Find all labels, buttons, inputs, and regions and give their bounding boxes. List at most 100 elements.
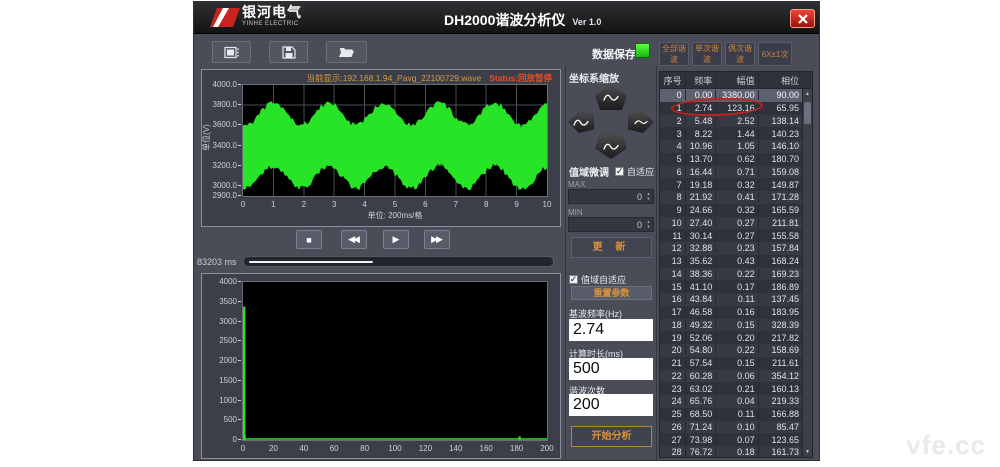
current-file-label: 当前显示:192.168.1.94_Pavg_22100729.wave bbox=[306, 73, 481, 83]
table-cell: 2 bbox=[660, 116, 685, 126]
spectrum-x-axis: 020406080100120140160180200 bbox=[242, 443, 548, 453]
table-cell: 186.89 bbox=[758, 282, 802, 292]
value-auto-range-label: 值域自适应 bbox=[581, 273, 626, 286]
harmonic-count-input[interactable]: 200 bbox=[569, 394, 653, 416]
axis-tick-label: 9 bbox=[507, 200, 527, 209]
table-row[interactable]: 2260.280.06354.12 bbox=[660, 370, 802, 383]
harmonic-filter-even-button[interactable]: 偶次谐波 bbox=[725, 42, 755, 66]
table-row[interactable]: 1130.140.27155.58 bbox=[660, 229, 802, 242]
table-row[interactable]: 1438.360.22169.23 bbox=[660, 268, 802, 281]
table-scrollbar[interactable]: ▲ ▼ bbox=[802, 89, 812, 457]
table-cell: 15 bbox=[660, 282, 685, 292]
table-row[interactable]: 2465.760.04219.33 bbox=[660, 395, 802, 408]
device-button[interactable] bbox=[212, 41, 251, 63]
table-row[interactable]: 00.003380.0090.00 bbox=[660, 89, 802, 102]
table-row[interactable]: 2876.720.18161.73 bbox=[660, 446, 802, 458]
brand-block: 银河电气 YINHE ELECTRIC bbox=[242, 5, 302, 27]
table-cell: 54.80 bbox=[685, 345, 716, 355]
harmonic-filter-all-button[interactable]: 全部谐波 bbox=[659, 42, 689, 66]
harmonic-filter-single-button[interactable]: 单次谐波 bbox=[692, 42, 722, 66]
axis-tick-label: 140 bbox=[446, 444, 466, 453]
table-cell: 219.33 bbox=[758, 396, 802, 406]
playback-progress-bar[interactable] bbox=[243, 256, 554, 267]
table-cell: 0.21 bbox=[715, 384, 757, 394]
min-input[interactable]: 0 ▲ ▼ bbox=[568, 217, 654, 232]
zoom-down-button[interactable] bbox=[595, 134, 627, 159]
axis-tick-label: 4000 bbox=[219, 277, 237, 286]
reset-params-button[interactable]: 重置参数 bbox=[571, 286, 652, 300]
rewind-button[interactable]: ◀◀ bbox=[341, 230, 367, 249]
table-row[interactable]: 25.482.52138.14 bbox=[660, 115, 802, 128]
table-row[interactable]: 2054.800.22158.69 bbox=[660, 344, 802, 357]
axis-tick-label: 1 bbox=[263, 200, 283, 209]
save-icon bbox=[282, 46, 296, 59]
table-row[interactable]: 719.180.32149.87 bbox=[660, 178, 802, 191]
spinner-up-icon: ▲ bbox=[647, 192, 651, 196]
table-cell: 169.23 bbox=[758, 269, 802, 279]
fundamental-freq-input[interactable]: 2.74 bbox=[569, 319, 653, 341]
axis-tick-label: 6 bbox=[415, 200, 435, 209]
max-input[interactable]: 0 ▲ ▼ bbox=[568, 189, 654, 204]
brand-name-en: YINHE ELECTRIC bbox=[242, 21, 302, 27]
table-row[interactable]: 1232.880.23157.84 bbox=[660, 242, 802, 255]
table-row[interactable]: 821.920.41171.28 bbox=[660, 191, 802, 204]
play-button[interactable]: ▶ bbox=[383, 230, 409, 249]
table-cell: 183.95 bbox=[758, 307, 802, 317]
scroll-up-icon[interactable]: ▲ bbox=[803, 91, 812, 97]
spinner-down-icon: ▼ bbox=[647, 225, 651, 229]
table-row[interactable]: 2157.540.15211.61 bbox=[660, 357, 802, 370]
table-cell: 0.15 bbox=[715, 358, 757, 368]
table-row[interactable]: 1643.840.11137.45 bbox=[660, 293, 802, 306]
value-auto-range-checkbox[interactable]: ✓ bbox=[569, 275, 578, 284]
value-fine-tune-label: 值域微调 bbox=[569, 164, 615, 179]
update-button[interactable]: 更 新 bbox=[571, 237, 652, 258]
table-row[interactable]: 2568.500.11166.88 bbox=[660, 408, 802, 421]
zoom-right-button[interactable] bbox=[628, 111, 654, 133]
table-cell: 328.39 bbox=[758, 320, 802, 330]
table-cell: 211.81 bbox=[758, 218, 802, 228]
playback-status-label: Status:回放暂停 bbox=[489, 73, 552, 83]
table-cell: 6 bbox=[660, 167, 685, 177]
table-row[interactable]: 1335.620.43168.24 bbox=[660, 255, 802, 268]
axis-tick-label: 180 bbox=[507, 444, 527, 453]
open-folder-button[interactable] bbox=[326, 41, 367, 63]
table-row[interactable]: 1746.580.16183.95 bbox=[660, 306, 802, 319]
save-indicator-led[interactable] bbox=[635, 43, 650, 58]
save-button[interactable] bbox=[269, 41, 308, 63]
table-row[interactable]: 1849.320.15328.39 bbox=[660, 319, 802, 332]
waveform-plot[interactable] bbox=[242, 84, 548, 197]
start-analysis-button[interactable]: 开始分析 bbox=[571, 426, 652, 447]
auto-adapt-checkbox[interactable]: ✓ bbox=[615, 167, 624, 176]
table-row[interactable]: 38.221.44140.23 bbox=[660, 127, 802, 140]
table-row[interactable]: 2671.240.1085.47 bbox=[660, 421, 802, 434]
table-row[interactable]: 924.660.32165.59 bbox=[660, 204, 802, 217]
table-row[interactable]: 513.700.62180.70 bbox=[660, 153, 802, 166]
table-cell: 12 bbox=[660, 243, 685, 253]
fast-forward-button[interactable]: ▶▶ bbox=[424, 230, 450, 249]
table-row[interactable]: 2773.980.07123.65 bbox=[660, 433, 802, 446]
spectrum-panel: 40003500300025002000150010005000 0204060… bbox=[201, 273, 561, 459]
stop-button[interactable]: ■ bbox=[296, 230, 322, 249]
sine-wave-icon bbox=[603, 92, 619, 103]
spectrum-plot[interactable] bbox=[242, 281, 548, 441]
table-row[interactable]: 2363.020.21160.13 bbox=[660, 382, 802, 395]
table-cell: 123.65 bbox=[758, 435, 802, 445]
table-row[interactable]: 12.74123.1665.95 bbox=[660, 102, 802, 115]
scrollbar-thumb[interactable] bbox=[804, 102, 811, 124]
sine-wave-icon bbox=[634, 118, 648, 126]
zoom-left-button[interactable] bbox=[568, 111, 594, 133]
table-cell: 13.70 bbox=[685, 154, 716, 164]
close-button[interactable] bbox=[790, 9, 815, 28]
table-row[interactable]: 410.961.05146.10 bbox=[660, 140, 802, 153]
table-row[interactable]: 616.440.71159.08 bbox=[660, 166, 802, 179]
table-row[interactable]: 1027.400.27211.81 bbox=[660, 217, 802, 230]
scroll-down-icon[interactable]: ▼ bbox=[803, 449, 812, 455]
max-stepper[interactable]: ▲ ▼ bbox=[644, 192, 653, 202]
table-row[interactable]: 1541.100.17186.89 bbox=[660, 280, 802, 293]
min-stepper[interactable]: ▲ ▼ bbox=[644, 220, 653, 230]
table-row[interactable]: 1952.060.20217.82 bbox=[660, 331, 802, 344]
calc-duration-input[interactable]: 500 bbox=[569, 358, 653, 380]
harmonic-filter-6x1-button[interactable]: 6X±1次 bbox=[758, 42, 792, 66]
table-cell: 13 bbox=[660, 256, 685, 266]
zoom-up-button[interactable] bbox=[595, 85, 627, 110]
